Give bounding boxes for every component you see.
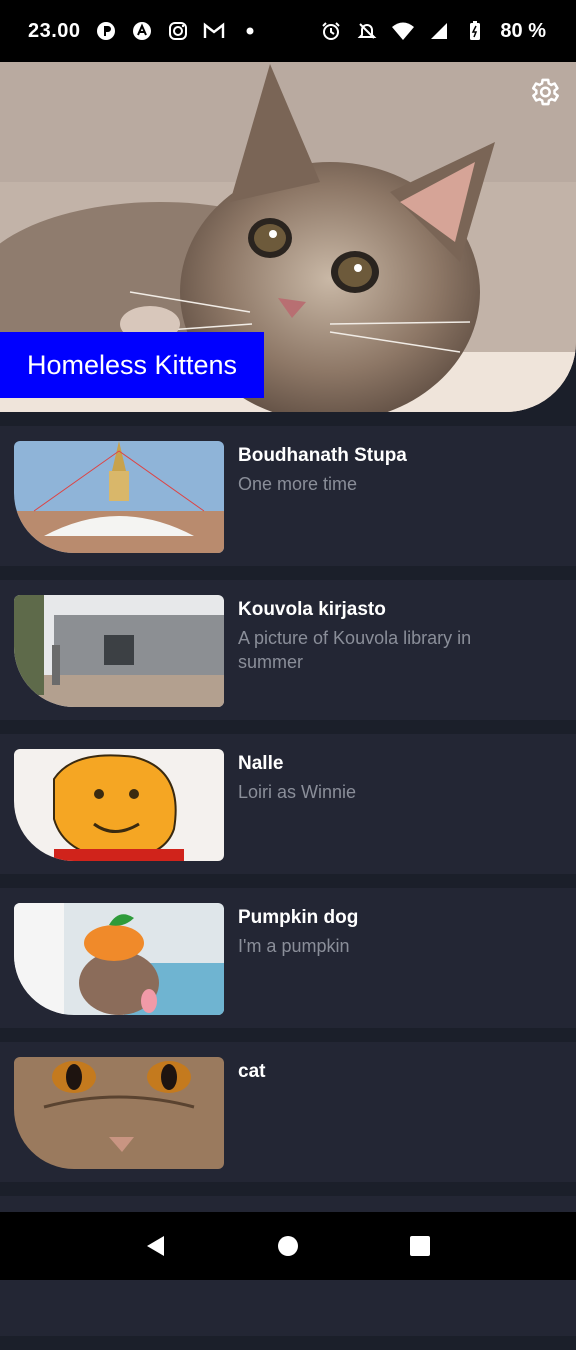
list-item[interactable]: Kouvola kirjasto A picture of Kouvola li… (0, 580, 576, 720)
hero-title: Homeless Kittens (0, 332, 264, 398)
gear-icon (531, 78, 560, 106)
arrow-circle-icon (131, 20, 153, 42)
pinterest-like-icon (95, 20, 117, 42)
home-icon (278, 1236, 298, 1256)
item-title: cat (238, 1061, 266, 1082)
battery-icon (464, 20, 486, 42)
status-bar-left: 23.00 (28, 20, 261, 43)
list-item[interactable]: Nalle Loiri as Winnie (0, 734, 576, 874)
item-thumbnail (14, 1057, 224, 1169)
item-title: Nalle (238, 753, 284, 774)
battery-percent: 80 % (500, 19, 546, 42)
item-thumbnail (14, 595, 224, 707)
list-item[interactable]: Pumpkin dog I'm a pumpkin (0, 888, 576, 1028)
list-item[interactable]: Boudhanath Stupa One more time (0, 426, 576, 566)
gmail-icon (203, 20, 225, 42)
home-button[interactable] (273, 1231, 303, 1261)
item-thumbnail (14, 903, 224, 1015)
item-subtitle: Loiri as Winnie (238, 782, 357, 802)
recents-icon (410, 1236, 430, 1256)
status-bar: 23.00 80 % (0, 0, 576, 62)
item-title: Boudhanath Stupa (238, 445, 407, 466)
hero-banner: Homeless Kittens (0, 62, 576, 412)
status-bar-right: 80 % (320, 20, 546, 43)
dot-icon (239, 20, 261, 42)
item-thumbnail (14, 749, 224, 861)
recents-button[interactable] (405, 1231, 435, 1261)
item-subtitle: One more time (238, 474, 358, 494)
list-item[interactable]: cat (0, 1042, 576, 1182)
item-subtitle: I'm a pumpkin (238, 936, 350, 956)
back-icon (147, 1236, 164, 1256)
bell-off-icon (356, 20, 378, 42)
instagram-icon (167, 20, 189, 42)
wifi-icon (392, 20, 415, 42)
alarm-icon (320, 20, 342, 42)
item-title: Kouvola kirjasto (238, 599, 386, 620)
item-thumbnail (14, 441, 224, 553)
navigation-bar (0, 1212, 576, 1280)
settings-button[interactable] (526, 74, 562, 110)
back-button[interactable] (141, 1231, 171, 1261)
item-subtitle: A picture of Kouvola library in summer (238, 628, 472, 672)
signal-icon (428, 20, 450, 42)
item-title: Pumpkin dog (238, 907, 359, 928)
status-time: 23.00 (28, 19, 81, 42)
